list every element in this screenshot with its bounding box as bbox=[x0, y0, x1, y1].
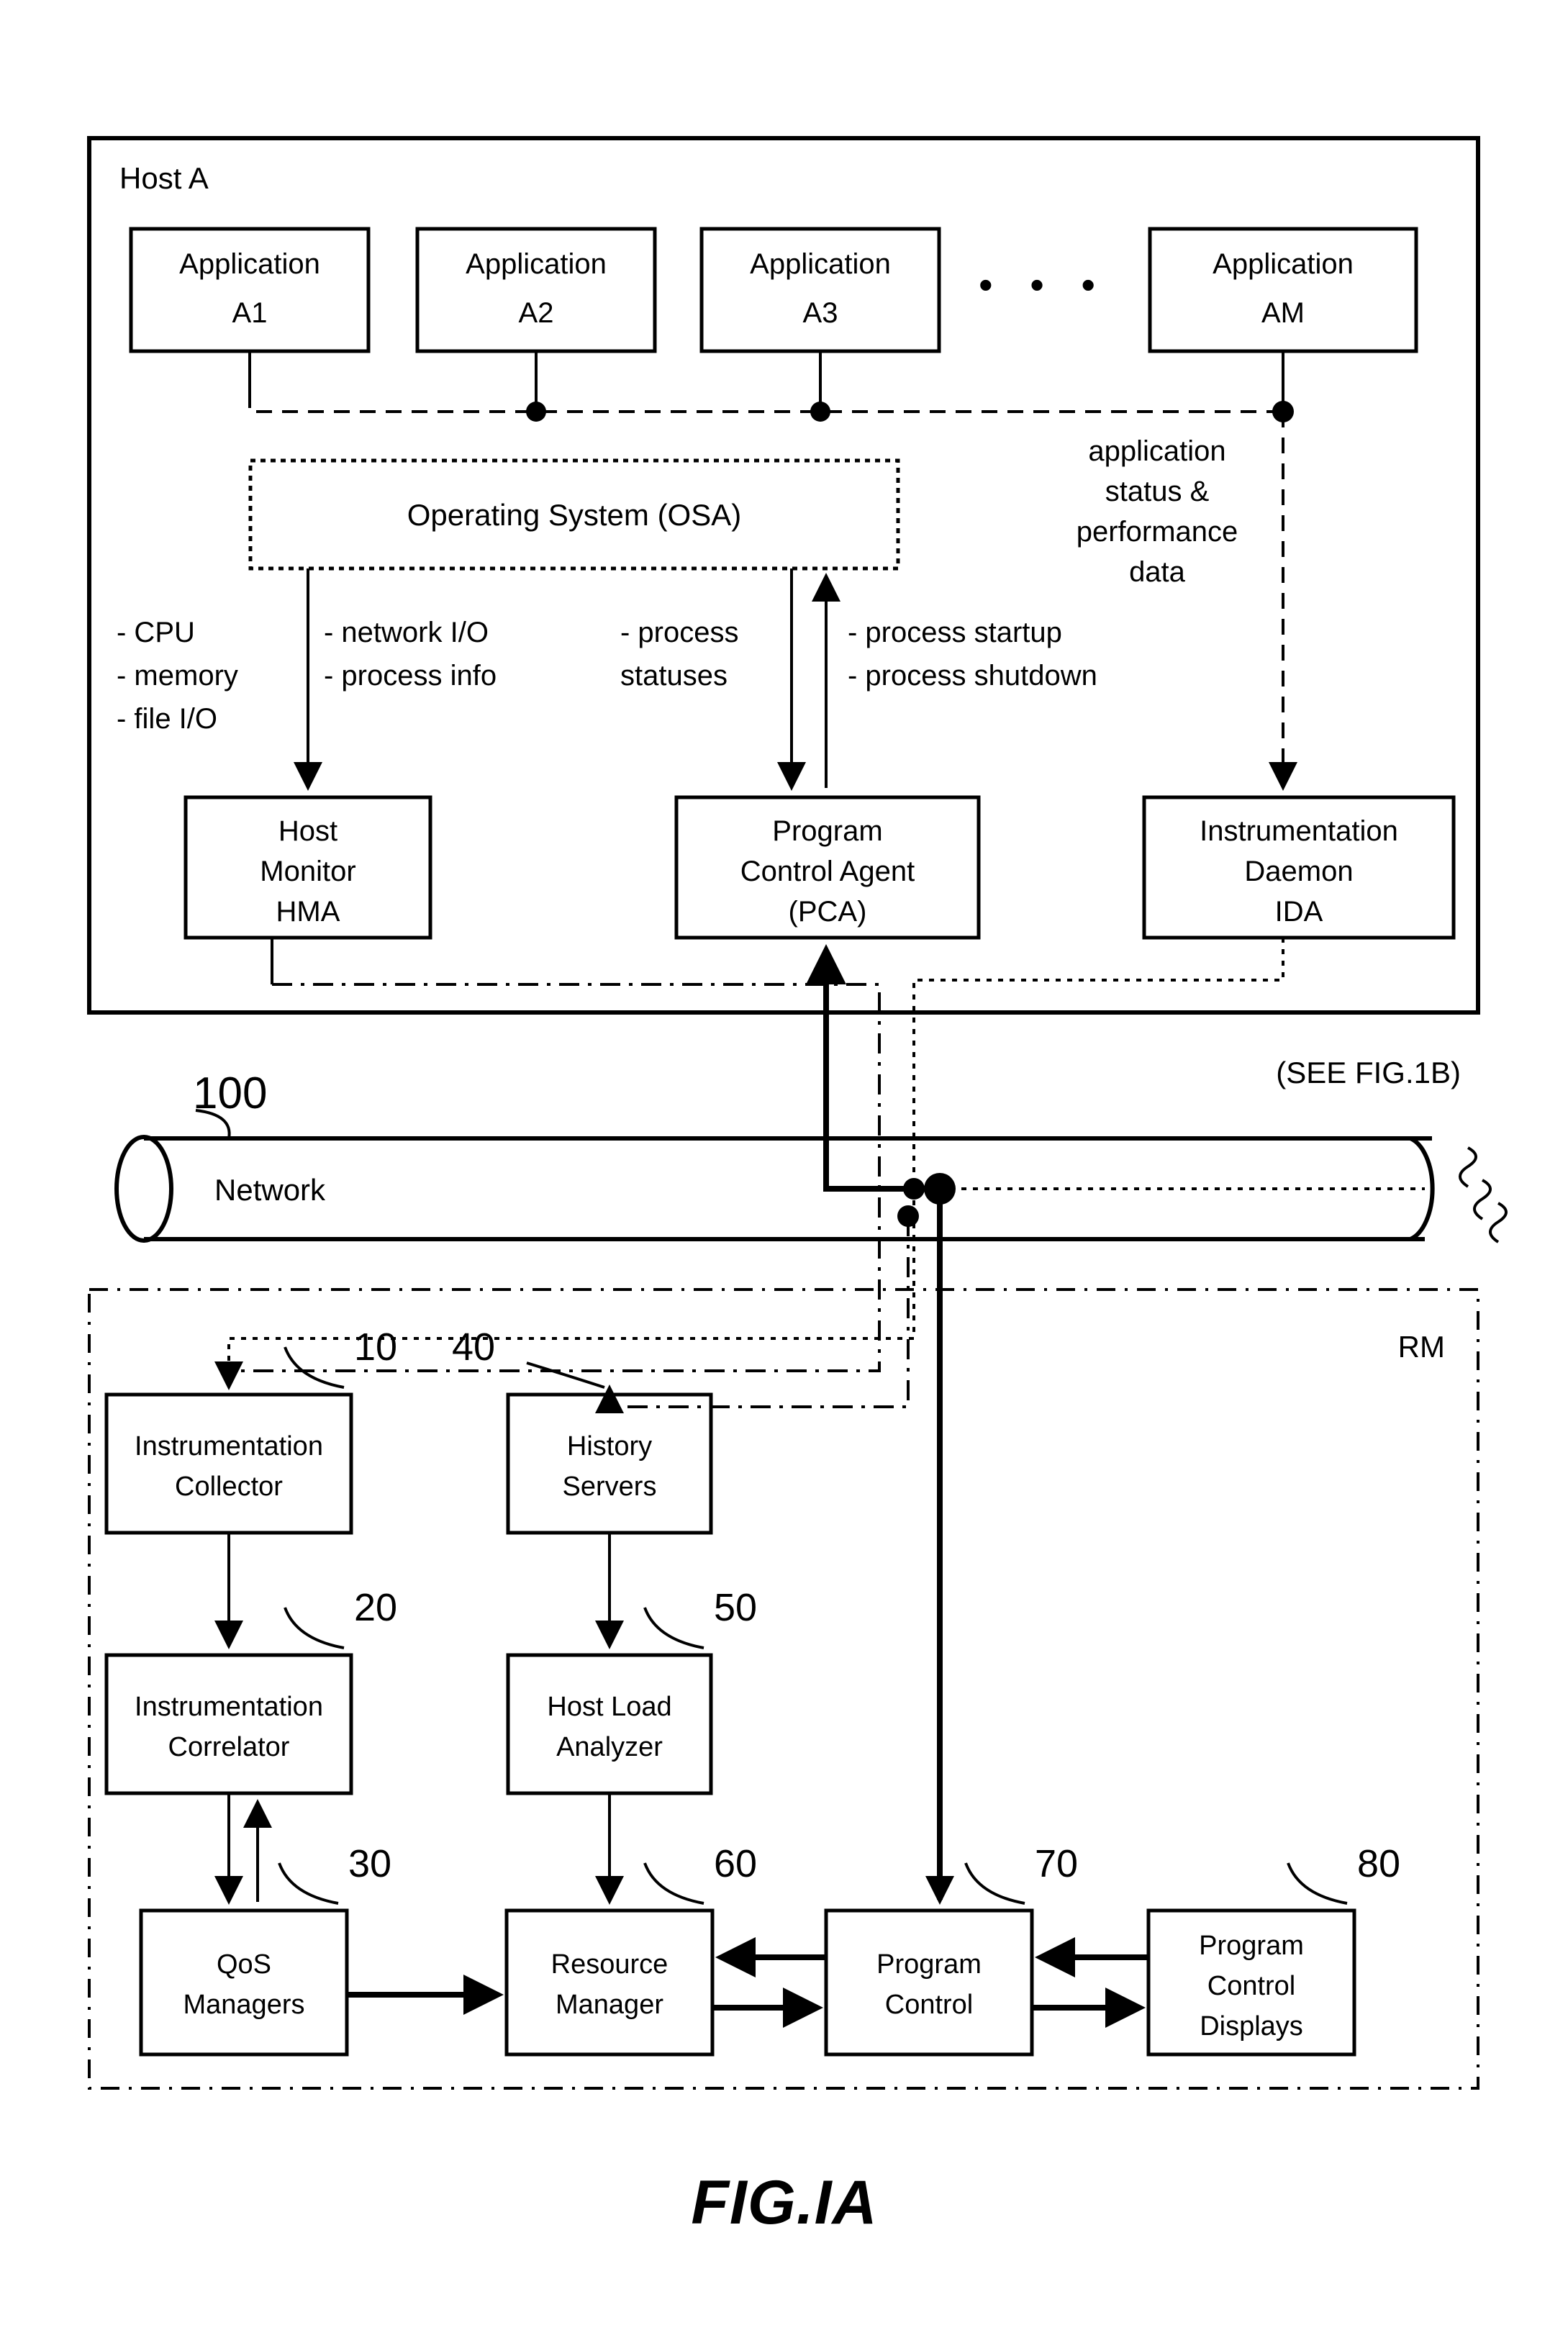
lead-line-30 bbox=[278, 1862, 339, 1905]
program-control-box bbox=[824, 1908, 1034, 2057]
ida-line2: Daemon bbox=[1244, 856, 1353, 887]
lead-line-80 bbox=[1287, 1862, 1348, 1905]
ref-numeral-10: 10 bbox=[354, 1325, 397, 1369]
pca-line2: Control Agent bbox=[740, 856, 915, 887]
process-status-line1: - process bbox=[620, 617, 739, 648]
lead-line-50 bbox=[643, 1607, 704, 1649]
program-control-line2: Control bbox=[885, 1990, 974, 2020]
break-squiggle-2 bbox=[1473, 1179, 1492, 1220]
rm-label: RM bbox=[1398, 1330, 1445, 1364]
history-servers-line2: Servers bbox=[563, 1472, 657, 1502]
ida-line3: IDA bbox=[1275, 896, 1323, 928]
application-a1-line1: Application bbox=[179, 248, 320, 280]
break-squiggle-3 bbox=[1489, 1202, 1508, 1243]
application-am-line2: AM bbox=[1261, 297, 1305, 329]
lead-line-10 bbox=[284, 1346, 345, 1389]
app-data-label-line3: performance bbox=[1077, 516, 1238, 548]
ref-numeral-20: 20 bbox=[354, 1586, 397, 1629]
application-a1-line2: A1 bbox=[232, 297, 268, 329]
bus-junction-a2 bbox=[526, 402, 546, 422]
application-box-am bbox=[1148, 227, 1418, 353]
app-data-label-line4: data bbox=[1129, 556, 1186, 588]
host-load-analyzer-line2: Analyzer bbox=[556, 1732, 663, 1762]
network-cylinder-left-cap bbox=[114, 1135, 173, 1243]
process-status-line2: statuses bbox=[620, 660, 728, 692]
resource-manager-line1: Resource bbox=[551, 1949, 669, 1980]
ref-numeral-80: 80 bbox=[1357, 1842, 1400, 1885]
application-box-a3 bbox=[699, 227, 941, 353]
application-am-line1: Application bbox=[1213, 248, 1354, 280]
app-data-label-line1: application bbox=[1088, 435, 1225, 467]
ref-numeral-30: 30 bbox=[348, 1842, 391, 1885]
ida-line1: Instrumentation bbox=[1200, 815, 1398, 847]
application-box-a1 bbox=[129, 227, 371, 353]
application-a3-line1: Application bbox=[750, 248, 891, 280]
lead-line-40 bbox=[526, 1361, 605, 1389]
ref-numeral-40: 40 bbox=[452, 1325, 495, 1369]
host-metric-cpu: - CPU bbox=[117, 617, 195, 648]
operating-system-label: Operating System (OSA) bbox=[407, 498, 741, 532]
lead-line-20 bbox=[284, 1607, 345, 1649]
ref-numeral-70: 70 bbox=[1035, 1842, 1078, 1885]
instrumentation-collector-line2: Collector bbox=[175, 1472, 283, 1502]
resource-manager-line2: Manager bbox=[556, 1990, 663, 2020]
application-a2-line2: A2 bbox=[519, 297, 554, 329]
lead-line-60 bbox=[643, 1862, 704, 1905]
program-control-displays-line3: Displays bbox=[1200, 2011, 1303, 2041]
os-metric-process-info: - process info bbox=[324, 660, 497, 692]
host-metric-memory: - memory bbox=[117, 660, 238, 692]
qos-managers-line1: QoS bbox=[217, 1949, 271, 1980]
host-metric-file-io: - file I/O bbox=[117, 703, 217, 735]
app-data-label-line2: status & bbox=[1105, 476, 1210, 507]
network-label: Network bbox=[214, 1173, 326, 1207]
program-control-displays-line2: Control bbox=[1207, 1971, 1296, 2001]
program-control-line1: Program bbox=[876, 1949, 982, 1980]
instrumentation-correlator-line1: Instrumentation bbox=[135, 1692, 323, 1722]
bus-junction-a3 bbox=[810, 402, 830, 422]
ref-numeral-60: 60 bbox=[714, 1842, 757, 1885]
host-a-label: Host A bbox=[119, 161, 209, 195]
diagram-canvas: Host A Application A1 Application A2 App… bbox=[87, 136, 1508, 2237]
pca-line1: Program bbox=[772, 815, 882, 847]
program-control-displays-line1: Program bbox=[1199, 1931, 1304, 1961]
network-ref-numeral: 100 bbox=[193, 1069, 267, 1118]
qos-managers-line2: Managers bbox=[183, 1990, 305, 2020]
host-monitor-line2: Monitor bbox=[260, 856, 355, 887]
see-fig-1b-label: (SEE FIG.1B) bbox=[1276, 1056, 1461, 1089]
history-servers-feed bbox=[595, 1216, 910, 1413]
network-to-pca-route bbox=[823, 993, 943, 1900]
dashdot-network-junction bbox=[897, 1205, 919, 1227]
instrumentation-collector-line1: Instrumentation bbox=[135, 1431, 323, 1461]
history-servers-line1: History bbox=[567, 1431, 652, 1461]
application-a3-line2: A3 bbox=[803, 297, 838, 329]
resource-manager-box bbox=[504, 1908, 715, 2057]
instrumentation-correlator-box bbox=[104, 1653, 353, 1795]
break-squiggle-1 bbox=[1459, 1146, 1477, 1188]
ref-numeral-50: 50 bbox=[714, 1586, 757, 1629]
lead-line-70 bbox=[964, 1862, 1025, 1905]
application-a2-line1: Application bbox=[466, 248, 607, 280]
qos-managers-box bbox=[139, 1908, 349, 2057]
process-startup-label: - process startup bbox=[848, 617, 1062, 648]
host-load-analyzer-line1: Host Load bbox=[547, 1692, 671, 1722]
application-ellipsis: • • • bbox=[979, 262, 1108, 307]
application-data-bus bbox=[248, 392, 1283, 413]
figure-caption: FIG.IA bbox=[691, 2168, 877, 2237]
instrumentation-correlator-line2: Correlator bbox=[168, 1732, 290, 1762]
patent-figure-1a: Host A Application A1 Application A2 App… bbox=[0, 0, 1568, 2343]
process-shutdown-label: - process shutdown bbox=[848, 660, 1097, 692]
hma-to-collector-route bbox=[227, 983, 881, 1387]
os-metric-network-io: - network I/O bbox=[324, 617, 489, 648]
history-servers-box-real bbox=[506, 1392, 713, 1535]
pca-line3: (PCA) bbox=[789, 896, 867, 928]
host-monitor-line1: Host bbox=[278, 815, 337, 847]
application-box-a2 bbox=[415, 227, 657, 353]
host-load-analyzer-box bbox=[506, 1653, 713, 1795]
instrumentation-collector-box bbox=[104, 1392, 353, 1535]
host-monitor-line3: HMA bbox=[276, 896, 340, 928]
